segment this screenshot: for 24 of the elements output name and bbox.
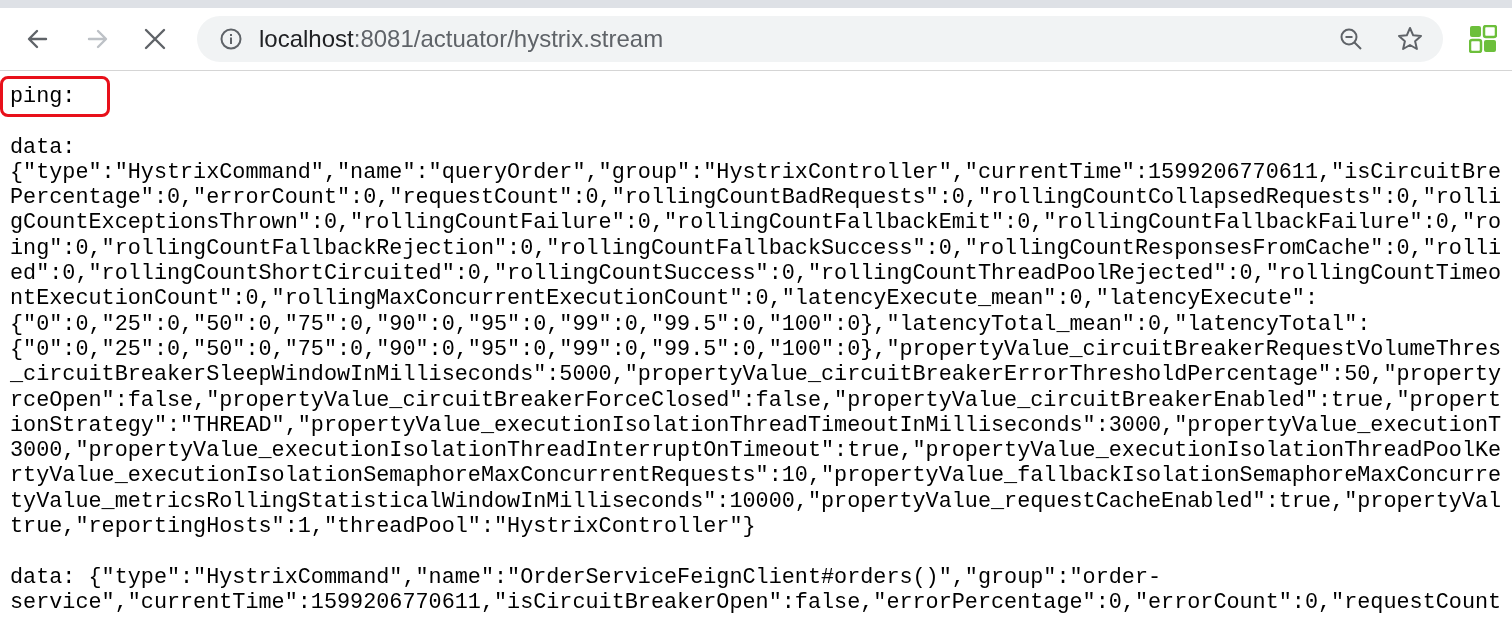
address-bar[interactable]: localhost:8081/actuator/hystrix.stream	[197, 16, 1443, 62]
url-text[interactable]: localhost:8081/actuator/hystrix.stream	[259, 21, 664, 57]
stream-line: Percentage":0,"errorCount":0,"requestCount":0,"rollingCountBadRequests":0,"rollingCountCollapsedRequests":0,"rolli	[10, 185, 1502, 211]
zoom-out-icon[interactable]	[1339, 27, 1363, 51]
stream-line: rtyValue_executionIsolationSemaphoreMaxConcurrentRequests":10,"propertyValue_fallbackIsolationSemaphoreMaxConcurre	[10, 463, 1502, 489]
stream-line: ed":0,"rollingCountShortCircuited":0,"rollingCountSuccess":0,"rollingCountThreadPoolRejected":0,"rollingCountTimeo	[10, 261, 1502, 287]
star-icon[interactable]	[1397, 26, 1423, 52]
stream-line: 3000,"propertyValue_executionIsolationThreadInterruptOnTimeout":true,"propertyValue_executionIsolationThreadPoolKe	[10, 438, 1502, 464]
stream-line: true,"reportingHosts":1,"threadPool":"HystrixController"}	[10, 514, 756, 540]
stream-line: service","currentTime":1599206770611,"isCircuitBreakerOpen":false,"errorPercentage":0,"errorCount":0,"requestCount	[10, 589, 1502, 615]
stream-line: data: {"type":"HystrixCommand","name":"OrderServiceFeignClient#orders()","group":"order-	[10, 564, 1162, 590]
stream-line: tyValue_metricsRollingStatisticalWindowInMilliseconds":10000,"propertyValue_requestCacheEnabled":true,"propertyVal	[10, 488, 1502, 514]
stream-line: ntExecutionCount":0,"rollingMaxConcurrentExecutionCount":0,"latencyExecute_mean":0,"latencyExecute":	[10, 286, 1319, 312]
stream-line: rceOpen":false,"propertyValue_circuitBreakerForceClosed":false,"propertyValue_circuitBreakerEnabled":true,"propert	[10, 387, 1502, 413]
close-icon	[143, 27, 167, 51]
stream-line: gCountExceptionsThrown":0,"rollingCountFailure":0,"rollingCountFallbackEmit":0,"rollingCountFallbackFailure":0,"ro	[10, 210, 1502, 236]
stream-line: data:	[10, 134, 76, 160]
stream-line: ing":0,"rollingCountFallbackRejection":0,"rollingCountFallbackSuccess":0,"rollingCountResponsesFromCache":0,"rolli	[10, 235, 1502, 261]
stream-line: ionStrategy":"THREAD","propertyValue_executionIsolationThreadTimeoutInMilliseconds":3000,"propertyValue_executionT	[10, 412, 1502, 438]
stream-line: {"0":0,"25":0,"50":0,"75":0,"90":0,"95":0,"99":0,"99.5":0,"100":0},"latencyTotal_mean":0,"latencyTotal":	[10, 311, 1371, 337]
info-icon[interactable]	[220, 28, 242, 50]
stream-line: _circuitBreakerSleepWindowInMilliseconds":5000,"propertyValue_circuitBreakerErrorThresholdPercentage":50,"property	[10, 362, 1502, 388]
stream-line: {"type":"HystrixCommand","name":"queryOrder","group":"HystrixController","currentTime":1599206770611,"isCircuitBre	[10, 159, 1502, 185]
stream-line: {"0":0,"25":0,"50":0,"75":0,"90":0,"95":0,"99":0,"99.5":0,"100":0},"propertyValue_circuitBreakerRequestVolumeThres	[10, 336, 1502, 362]
